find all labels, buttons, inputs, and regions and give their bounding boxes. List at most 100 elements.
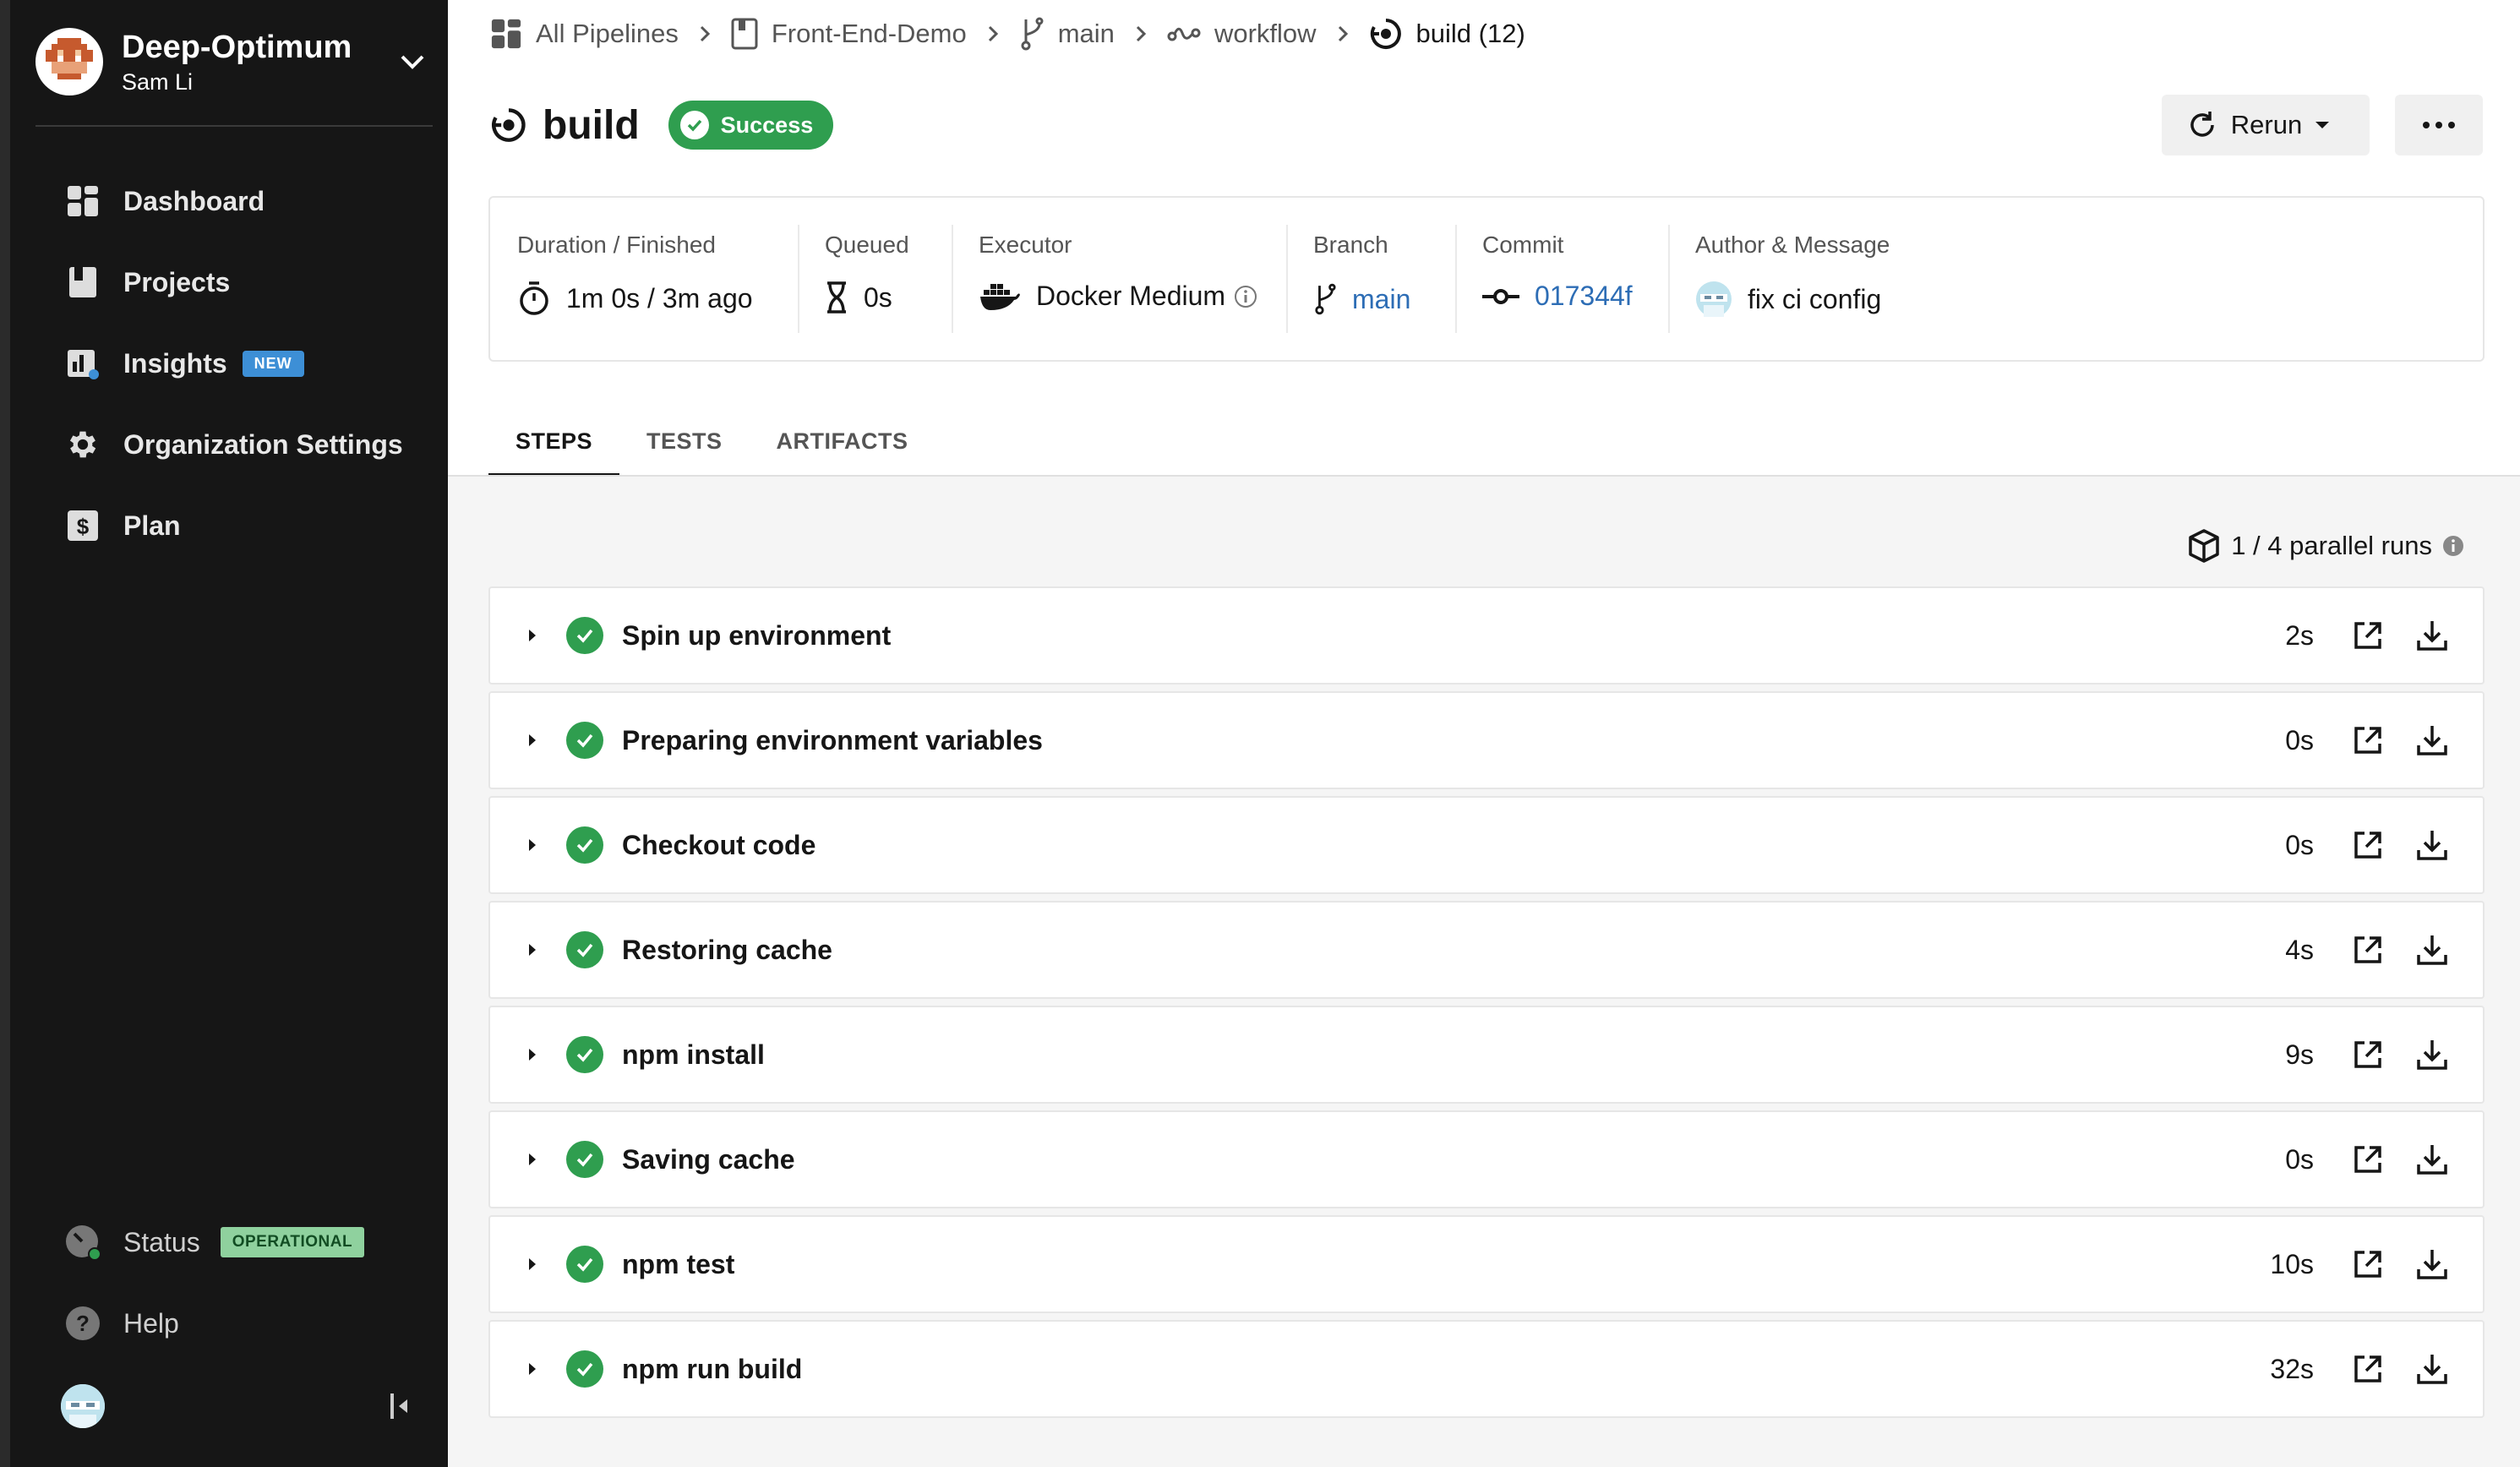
caret-right-icon[interactable]	[522, 1257, 543, 1272]
sidebar-item-dashboard[interactable]: Dashboard	[10, 161, 448, 242]
refresh-icon	[2190, 112, 2214, 137]
step-name: Preparing environment variables	[622, 724, 1043, 755]
caret-right-icon[interactable]	[522, 1361, 543, 1377]
info-icon	[2443, 536, 2463, 556]
open-external-icon[interactable]	[2349, 1246, 2386, 1283]
workflow-icon	[1167, 27, 1201, 41]
step-row[interactable]: Restoring cache 4s	[488, 901, 2485, 999]
org-switcher[interactable]: Deep-Optimum Sam Li	[35, 24, 433, 100]
download-icon[interactable]	[2412, 1244, 2452, 1284]
download-icon[interactable]	[2412, 930, 2452, 970]
pipelines-icon	[491, 19, 521, 49]
parallel-runs-selector[interactable]: 1 / 4 parallel runs	[2189, 529, 2476, 563]
job-meta-card: Duration / Finished 1m 0s / 3m ago Queue…	[488, 196, 2485, 362]
open-external-icon[interactable]	[2349, 617, 2386, 654]
ellipsis-icon	[2423, 122, 2455, 128]
rerun-label: Rerun	[2230, 110, 2303, 139]
sidebar-item-insights[interactable]: Insights NEW	[10, 323, 448, 404]
commit-message: fix ci config	[1748, 283, 1882, 314]
check-circle-icon	[566, 826, 603, 864]
tab-artifacts[interactable]: ARTIFACTS	[750, 406, 935, 477]
open-external-icon[interactable]	[2349, 931, 2386, 968]
user-avatar[interactable]	[61, 1384, 105, 1428]
download-icon[interactable]	[2412, 1139, 2452, 1180]
org-avatar	[35, 28, 103, 95]
step-duration: 2s	[2285, 619, 2314, 651]
step-list: Spin up environment 2s Preparing environ…	[488, 586, 2485, 1425]
hourglass-icon	[827, 281, 846, 314]
step-row[interactable]: npm run build 32s	[488, 1320, 2485, 1418]
step-name: npm install	[622, 1039, 765, 1070]
status-label: Success	[720, 112, 814, 138]
breadcrumb-label: All Pipelines	[536, 19, 679, 48]
meta-executor: Executor Docker Medium	[952, 198, 1286, 363]
dashboard-icon	[64, 183, 101, 220]
step-row[interactable]: npm test 10s	[488, 1215, 2485, 1313]
step-duration: 0s	[2285, 724, 2314, 755]
sidebar-item-organization-settings[interactable]: Organization Settings	[10, 404, 448, 485]
breadcrumb-job[interactable]: build (12)	[1369, 17, 1525, 51]
tab-tests[interactable]: TESTS	[619, 406, 750, 477]
meta-value: 1m 0s / 3m ago	[566, 282, 753, 314]
chevron-right-icon	[987, 25, 999, 43]
more-options-button[interactable]	[2395, 95, 2483, 155]
download-icon[interactable]	[2412, 615, 2452, 656]
download-icon[interactable]	[2412, 1034, 2452, 1075]
open-external-icon[interactable]	[2349, 722, 2386, 759]
sidebar-item-plan[interactable]: $ Plan	[10, 485, 448, 566]
step-row[interactable]: Saving cache 0s	[488, 1110, 2485, 1208]
meta-label: Author & Message	[1695, 232, 1890, 258]
step-row[interactable]: Preparing environment variables 0s	[488, 691, 2485, 789]
svg-text:?: ?	[76, 1311, 90, 1336]
meta-label: Executor	[979, 232, 1072, 258]
caret-right-icon[interactable]	[522, 1152, 543, 1167]
meta-label: Duration / Finished	[517, 232, 717, 258]
step-row[interactable]: Spin up environment 2s	[488, 586, 2485, 684]
breadcrumb-project[interactable]: Front-End-Demo	[731, 18, 967, 50]
job-icon	[492, 108, 526, 142]
job-tabs: STEPS TESTS ARTIFACTS	[488, 406, 935, 478]
step-row[interactable]: npm install 9s	[488, 1006, 2485, 1104]
commit-link[interactable]: 017344f	[1535, 281, 1633, 312]
branch-link[interactable]: main	[1352, 284, 1410, 315]
info-icon[interactable]	[1234, 285, 1257, 308]
breadcrumb-branch[interactable]: main	[1019, 16, 1115, 52]
check-circle-icon	[566, 1141, 603, 1178]
tab-steps[interactable]: STEPS	[488, 406, 620, 478]
download-icon[interactable]	[2412, 825, 2452, 865]
caret-right-icon[interactable]	[522, 628, 543, 643]
caret-right-icon[interactable]	[522, 733, 543, 748]
collapse-sidebar-icon[interactable]	[382, 1389, 416, 1423]
check-icon	[679, 111, 709, 139]
check-circle-icon	[566, 1350, 603, 1388]
step-name: Checkout code	[622, 829, 816, 860]
breadcrumb: All Pipelines Front-End-Demo main workfl…	[490, 12, 1525, 56]
open-external-icon[interactable]	[2349, 826, 2386, 864]
download-icon[interactable]	[2412, 720, 2452, 761]
step-row[interactable]: Checkout code 0s	[488, 796, 2485, 894]
check-circle-icon	[566, 1036, 603, 1073]
dollar-icon: $	[64, 507, 101, 544]
breadcrumb-workflow[interactable]: workflow	[1167, 19, 1317, 49]
chevron-down-icon[interactable]	[392, 41, 433, 82]
caret-right-icon[interactable]	[522, 837, 543, 853]
sidebar-item-projects[interactable]: Projects	[10, 242, 448, 323]
rerun-button[interactable]: Rerun	[2162, 95, 2370, 155]
caret-right-icon[interactable]	[522, 1047, 543, 1062]
meta-value: Docker Medium	[1036, 281, 1226, 311]
main-content: All Pipelines Front-End-Demo main workfl…	[448, 0, 2520, 1467]
sidebar-item-status[interactable]: Status OPERATIONAL	[10, 1202, 448, 1283]
org-user-name: Sam Li	[122, 68, 194, 95]
svg-text:$: $	[77, 514, 90, 539]
box-icon	[2189, 529, 2219, 563]
caret-right-icon[interactable]	[522, 942, 543, 957]
sidebar-item-help[interactable]: ? Help	[10, 1283, 448, 1364]
sidebar-item-label: Status	[123, 1226, 200, 1257]
open-external-icon[interactable]	[2349, 1350, 2386, 1388]
stopwatch-icon	[520, 281, 548, 315]
breadcrumb-all-pipelines[interactable]: All Pipelines	[490, 18, 679, 50]
download-icon[interactable]	[2412, 1349, 2452, 1389]
branch-icon	[1315, 283, 1336, 315]
open-external-icon[interactable]	[2349, 1141, 2386, 1178]
open-external-icon[interactable]	[2349, 1036, 2386, 1073]
